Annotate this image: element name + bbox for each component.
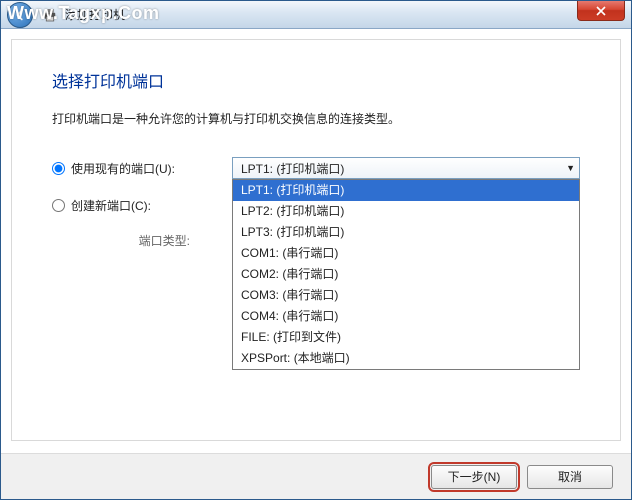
close-button[interactable] [577,1,625,21]
page-heading: 选择打印机端口 [52,68,580,92]
cancel-button-label: 取消 [558,468,582,485]
port-option[interactable]: COM4: (串行端口) [233,306,579,327]
titlebar: 添加打印机 [1,1,631,29]
radio-create-new-input[interactable] [52,199,65,212]
port-dropdown[interactable]: LPT1: (打印机端口)LPT2: (打印机端口)LPT3: (打印机端口)C… [232,179,580,370]
port-option[interactable]: FILE: (打印到文件) [233,327,579,348]
port-option[interactable]: XPSPort: (本地端口) [233,348,579,369]
cancel-button[interactable]: 取消 [527,465,613,489]
port-option[interactable]: LPT2: (打印机端口) [233,201,579,222]
content-panel: 选择打印机端口 打印机端口是一种允许您的计算机与打印机交换信息的连接类型。 使用… [11,39,621,441]
port-combo-value: LPT1: (打印机端口) [241,160,344,177]
wizard-footer: 下一步(N) 取消 [1,453,631,499]
port-type-label: 端口类型: [52,232,232,249]
radio-use-existing-input[interactable] [52,162,65,175]
wizard-window: Www.Tagxp.Com 添加打印机 选择打印机端口 打印机端口是一种允许您的… [0,0,632,500]
row-use-existing: 使用现有的端口(U): LPT1: (打印机端口) ▼ LPT1: (打印机端口… [52,157,580,179]
next-button[interactable]: 下一步(N) [431,465,517,489]
printer-icon [41,6,59,24]
radio-use-existing-label: 使用现有的端口(U): [71,160,175,177]
radio-create-new[interactable]: 创建新端口(C): [52,197,232,214]
page-description: 打印机端口是一种允许您的计算机与打印机交换信息的连接类型。 [52,110,580,127]
arrow-left-icon [13,8,27,22]
port-combo-wrap: LPT1: (打印机端口) ▼ LPT1: (打印机端口)LPT2: (打印机端… [232,157,580,179]
port-option[interactable]: COM1: (串行端口) [233,243,579,264]
radio-use-existing[interactable]: 使用现有的端口(U): [52,160,232,177]
port-option[interactable]: LPT3: (打印机端口) [233,222,579,243]
port-option[interactable]: COM2: (串行端口) [233,264,579,285]
window-title: 添加打印机 [65,6,125,23]
wizard-body: 选择打印机端口 打印机端口是一种允许您的计算机与打印机交换信息的连接类型。 使用… [1,29,631,451]
next-button-label: 下一步(N) [448,468,501,485]
radio-create-new-label: 创建新端口(C): [71,197,151,214]
close-icon [596,6,606,16]
port-option[interactable]: LPT1: (打印机端口) [233,180,579,201]
chevron-down-icon: ▼ [566,163,575,173]
port-combo[interactable]: LPT1: (打印机端口) ▼ [232,157,580,179]
back-button[interactable] [7,2,33,28]
port-option[interactable]: COM3: (串行端口) [233,285,579,306]
